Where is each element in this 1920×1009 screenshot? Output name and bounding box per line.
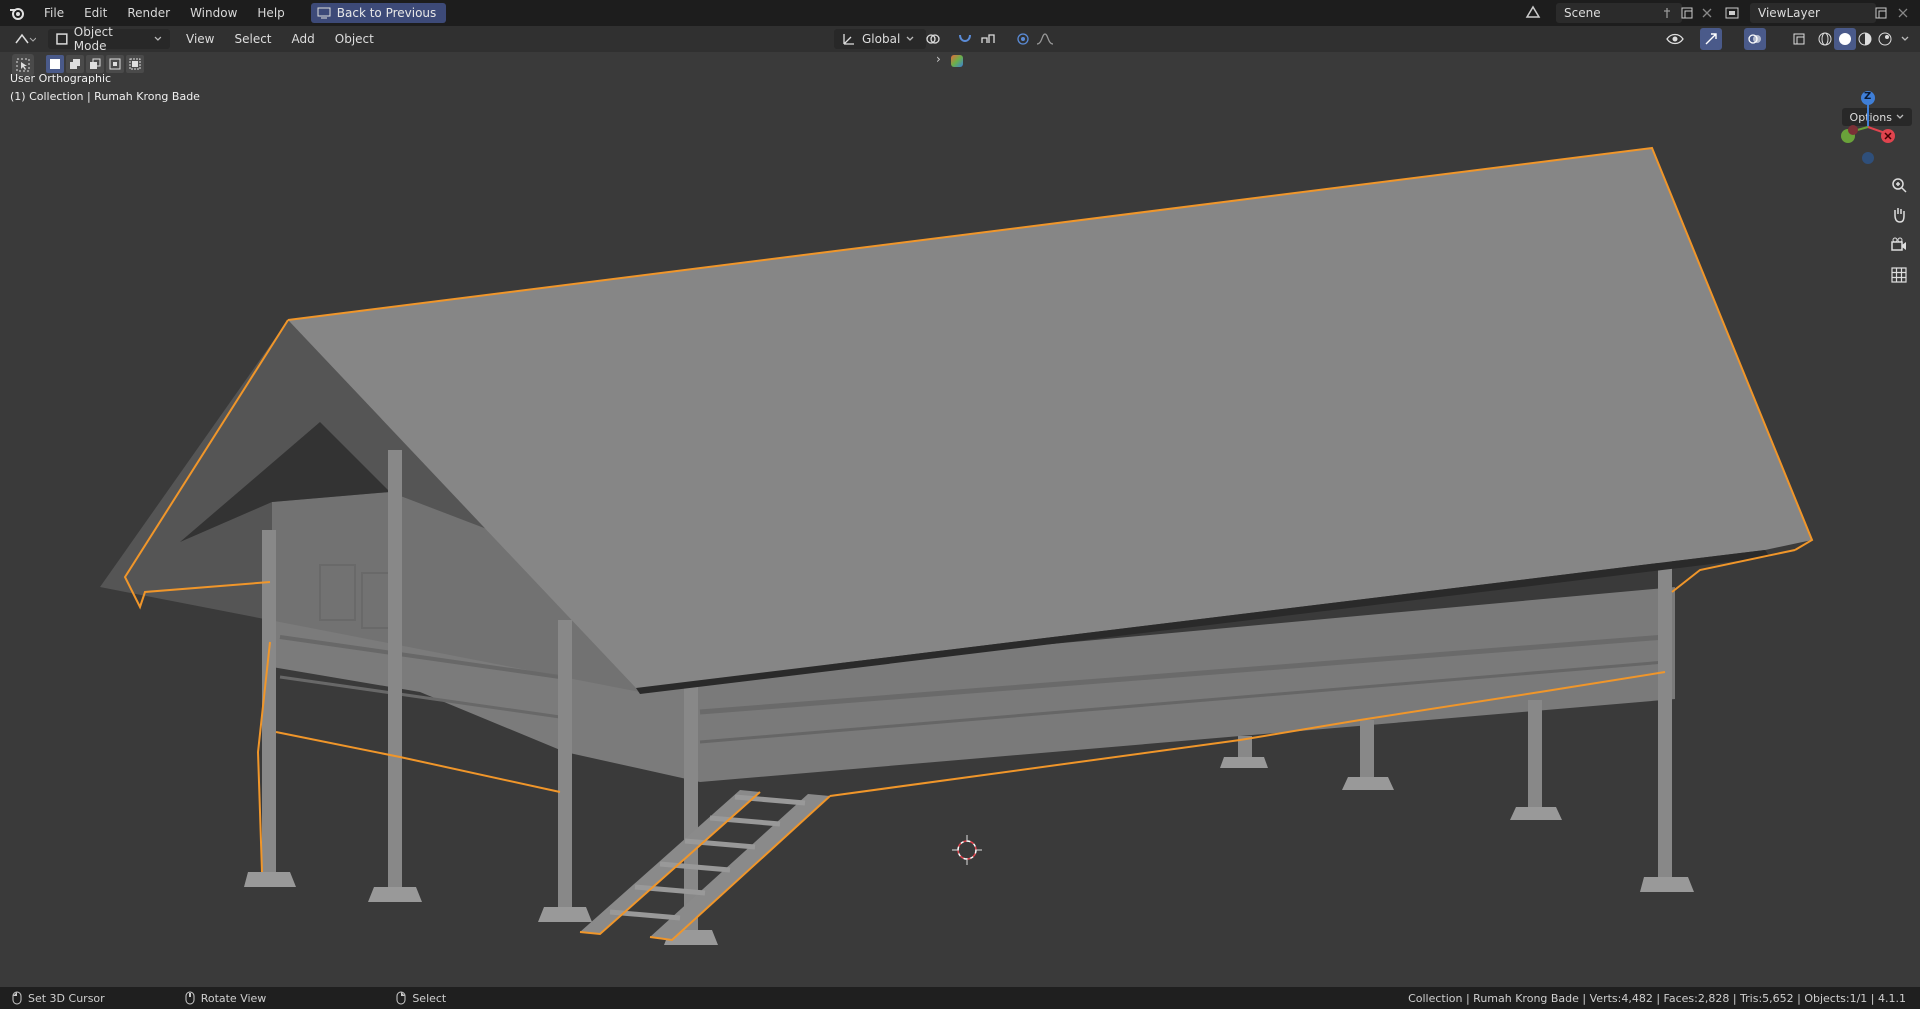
snap-icon[interactable] (954, 28, 976, 50)
menu-render[interactable]: Render (117, 0, 180, 26)
chevron-down-icon (154, 36, 162, 41)
top-bar: File Edit Render Window Help Back to Pre… (0, 0, 1920, 26)
camera-view-icon[interactable] (1886, 232, 1912, 258)
mouse-right-icon (396, 991, 406, 1005)
hint-1-label: Set 3D Cursor (28, 991, 105, 1005)
zoom-icon[interactable] (1886, 172, 1912, 198)
object-mode-icon (56, 33, 68, 45)
hand-pan-icon[interactable] (1886, 202, 1912, 228)
selection-mode-invert-icon[interactable] (106, 55, 124, 73)
mode-dropdown[interactable]: Object Mode (48, 25, 170, 53)
menu-help[interactable]: Help (247, 0, 294, 26)
material-shading-icon[interactable] (1854, 28, 1876, 50)
selection-mode-intersect-icon[interactable] (126, 55, 144, 73)
menu-object[interactable]: Object (325, 26, 384, 52)
menu-file[interactable]: File (34, 0, 74, 26)
shading-options-chevron-icon[interactable] (1894, 28, 1916, 50)
grid-toggle-icon[interactable] (1886, 262, 1912, 288)
scene-statistics: Collection | Rumah Krong Bade | Verts:4,… (1408, 991, 1906, 1005)
menu-select[interactable]: Select (224, 26, 281, 52)
house-model[interactable] (0, 52, 1920, 987)
pivot-point-icon[interactable] (922, 28, 944, 50)
view-layer-field[interactable]: ViewLayer (1750, 3, 1876, 23)
roof (288, 148, 1812, 694)
transform-orientation-dropdown[interactable]: Global (834, 29, 926, 49)
screen-icon (317, 7, 331, 19)
staircase (580, 790, 830, 940)
navigation-gizmo[interactable]: Z (1820, 82, 1900, 172)
pin-icon[interactable] (1656, 2, 1678, 24)
chevron-down-icon (906, 36, 914, 41)
back-to-previous-button[interactable]: Back to Previous (310, 3, 447, 23)
orientation-icon (843, 34, 854, 45)
hint-2-label: Rotate View (200, 991, 267, 1005)
snap-target-icon[interactable] (978, 28, 1000, 50)
wireframe-shading-icon[interactable] (1814, 28, 1836, 50)
expand-arrow-icon[interactable]: › (936, 52, 941, 66)
3d-viewport[interactable]: › User Orthographic (1) Collection | Rum… (0, 52, 1920, 987)
mode-label: Object Mode (73, 25, 113, 53)
scene-name: Scene (1564, 6, 1601, 20)
collection-label: (1) Collection | Rumah Krong Bade (10, 90, 200, 103)
viewport-header: Object Mode View Select Add Object Globa… (0, 25, 1920, 53)
mouse-middle-icon (185, 991, 195, 1005)
house-posts (244, 450, 1694, 945)
blender-logo-icon[interactable] (0, 5, 34, 21)
delete-scene-icon[interactable] (1696, 2, 1718, 24)
visibility-filter-icon[interactable] (1664, 28, 1686, 50)
falloff-curve-icon[interactable] (1034, 28, 1056, 50)
xray-toggle-icon[interactable] (1788, 28, 1810, 50)
gizmo-z-label: Z (1864, 91, 1872, 102)
gizmo-toggle-icon[interactable] (1700, 28, 1722, 50)
rendered-shading-icon[interactable] (1874, 28, 1896, 50)
solid-shading-icon[interactable] (1834, 28, 1856, 50)
scene-selector[interactable] (1524, 3, 1542, 21)
proportional-editing-icon[interactable] (1012, 28, 1034, 50)
3d-cursor (952, 835, 982, 865)
selection-mode-extend-icon[interactable] (66, 55, 84, 73)
new-scene-icon[interactable] (1676, 2, 1698, 24)
mouse-left-icon (12, 991, 22, 1005)
selection-outline (123, 146, 1814, 942)
menu-add[interactable]: Add (282, 26, 325, 52)
menu-window[interactable]: Window (180, 0, 247, 26)
status-bar: Set 3D Cursor Rotate View Select Collect… (0, 987, 1920, 1009)
new-view-layer-icon[interactable] (1870, 2, 1892, 24)
view-layer-name: ViewLayer (1758, 6, 1820, 20)
overlays-toggle-icon[interactable] (1744, 28, 1766, 50)
menu-edit[interactable]: Edit (74, 0, 117, 26)
view-label: User Orthographic (10, 72, 112, 85)
editor-type-icon[interactable] (10, 28, 40, 50)
orientation-label: Global (862, 32, 901, 46)
house-walls (100, 320, 1675, 782)
hint-select: Select (396, 991, 446, 1005)
hint-rotate-view: Rotate View (185, 991, 267, 1005)
hint-3-label: Select (412, 991, 447, 1005)
selection-mode-subtract-icon[interactable] (86, 55, 104, 73)
menu-view[interactable]: View (176, 26, 224, 52)
scene-icon (1525, 5, 1541, 18)
hint-set-3d-cursor: Set 3D Cursor (12, 991, 105, 1005)
selection-mode-new-icon[interactable] (46, 55, 64, 73)
delete-view-layer-icon[interactable] (1892, 2, 1914, 24)
view-layer-icon[interactable] (1722, 2, 1744, 24)
back-to-previous-label: Back to Previous (336, 6, 437, 20)
add-object-icon[interactable] (951, 55, 963, 67)
selection-mode-buttons (46, 55, 144, 73)
